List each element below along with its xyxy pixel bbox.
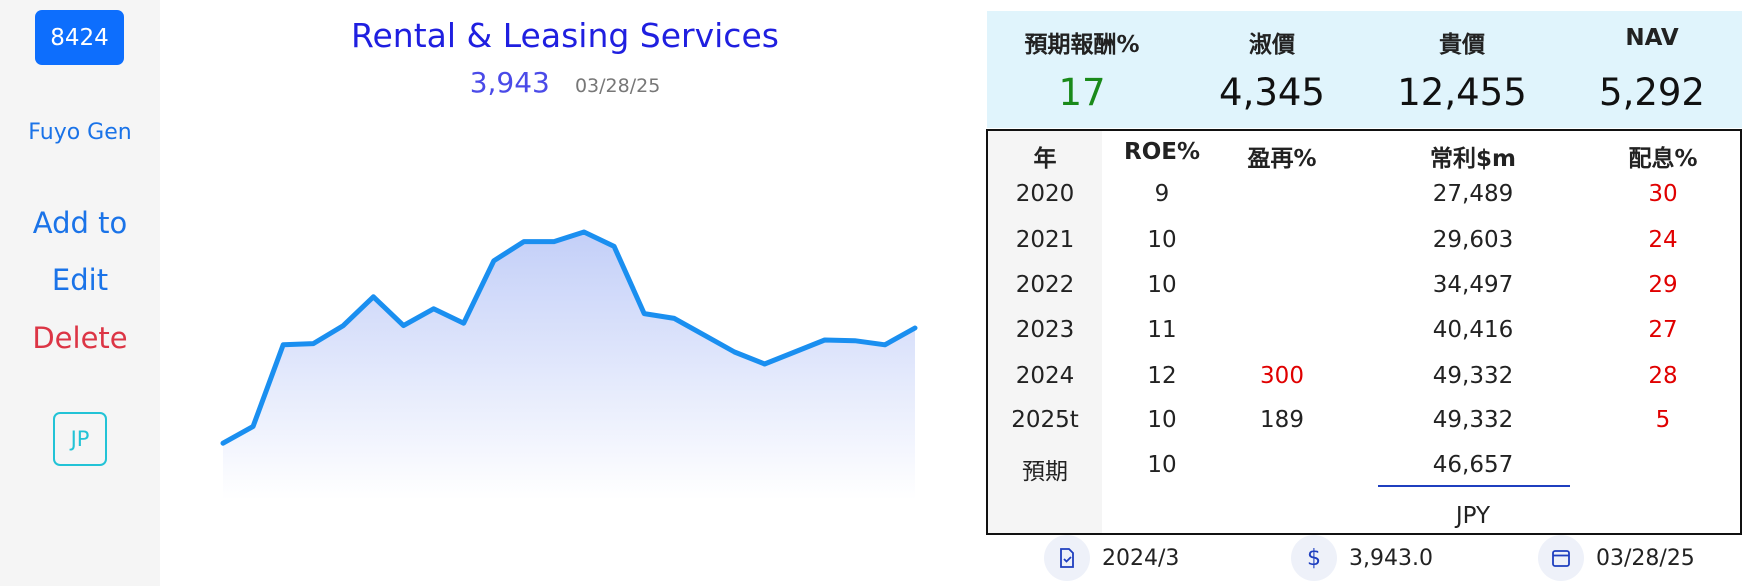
expected-return-stat: 預期報酬% 17 <box>987 11 1177 128</box>
calendar-icon <box>1538 535 1584 581</box>
file-check-icon <box>1044 535 1090 581</box>
cell-year: 2022 <box>1015 272 1075 298</box>
header-reinvest: 盈再% <box>1247 146 1317 172</box>
cell-year: 2020 <box>1015 181 1075 207</box>
report-period: 2024/3 <box>1102 545 1180 571</box>
stat-value: 17 <box>1058 71 1106 114</box>
footer-price: 3,943.0 <box>1349 545 1433 571</box>
cell-roe: 10 <box>1147 227 1177 253</box>
report-period-item: 2024/3 <box>1044 535 1179 581</box>
cell-roe: 9 <box>1154 181 1170 207</box>
cell-roe: 12 <box>1147 363 1177 389</box>
nav-stat: NAV 5,292 <box>1557 11 1747 128</box>
cell-dividend: 5 <box>1655 407 1671 433</box>
financials-table: 年 ROE% 盈再% 常利$m 配息% 2020 9 27,489 30 2021 10 2… <box>986 129 1742 535</box>
cell-year: 2024 <box>1015 363 1075 389</box>
cell-profit: 29,603 <box>1432 227 1514 253</box>
cell-dividend: 27 <box>1648 317 1678 343</box>
cheap-price-stat: 淑價 4,345 <box>1177 11 1367 128</box>
footer-bar: 2024/3 $ 3,943.0 03/28/25 <box>0 535 1750 581</box>
currency-label: JPY <box>1455 503 1491 529</box>
date-item: 03/28/25 <box>1538 535 1695 581</box>
chart-area-fill <box>223 232 915 500</box>
cell-year: 2023 <box>1015 317 1075 343</box>
stat-label: NAV <box>1625 25 1679 51</box>
delete-link[interactable]: Delete <box>0 321 160 355</box>
header-year: 年 <box>1033 146 1057 172</box>
cell-profit: 34,497 <box>1432 272 1514 298</box>
cell-profit: 49,332 <box>1432 407 1514 433</box>
price-date: 03/28/25 <box>574 75 661 97</box>
company-name-link[interactable]: Fuyo Gen <box>0 120 160 145</box>
price-item: $ 3,943.0 <box>1291 535 1433 581</box>
cell-dividend: 29 <box>1648 272 1678 298</box>
stat-label: 淑價 <box>1249 32 1295 58</box>
market-jp-button[interactable]: JP <box>53 412 107 466</box>
cell-year: 預期 <box>1022 459 1068 485</box>
cell-dividend: 24 <box>1648 227 1678 253</box>
cell-year: 2025t <box>1011 407 1079 433</box>
ticker-button[interactable]: 8424 <box>35 10 124 65</box>
edit-link[interactable]: Edit <box>0 263 160 297</box>
cell-reinvest: 189 <box>1260 407 1304 433</box>
cell-dividend: 30 <box>1648 181 1678 207</box>
cell-profit: 40,416 <box>1432 317 1514 343</box>
header-dividend: 配息% <box>1628 146 1698 172</box>
current-price: 3,943 <box>469 66 550 99</box>
industry-title: Rental & Leasing Services <box>351 16 779 55</box>
stat-label: 預期報酬% <box>1024 32 1140 58</box>
footer-date: 03/28/25 <box>1596 545 1695 571</box>
cell-roe: 10 <box>1147 407 1177 433</box>
cell-profit: 49,332 <box>1432 363 1514 389</box>
expensive-price-stat: 貴價 12,455 <box>1367 11 1557 128</box>
stat-label: 貴價 <box>1439 32 1485 58</box>
stat-value: 12,455 <box>1397 71 1527 114</box>
cell-roe: 11 <box>1147 317 1177 343</box>
price-line: 3,943 03/28/25 <box>300 66 830 99</box>
dollar-icon: $ <box>1291 535 1337 581</box>
cell-profit: 46,657 <box>1432 452 1514 478</box>
add-to-link[interactable]: Add to <box>0 206 160 240</box>
price-chart <box>220 229 918 500</box>
valuation-panel: 預期報酬% 17 淑價 4,345 貴價 12,455 NAV 5,292 <box>987 11 1742 128</box>
cell-roe: 10 <box>1147 452 1177 478</box>
cell-profit: 27,489 <box>1432 181 1514 207</box>
forecast-underline <box>1378 485 1570 487</box>
sidebar: 8424 Fuyo Gen Add to Edit Delete JP <box>0 0 160 586</box>
cell-dividend: 28 <box>1648 363 1678 389</box>
stat-value: 4,345 <box>1219 71 1325 114</box>
header-profit: 常利$m <box>1430 146 1516 172</box>
header-roe: ROE% <box>1123 139 1201 165</box>
cell-reinvest: 300 <box>1260 363 1304 389</box>
cell-roe: 10 <box>1147 272 1177 298</box>
cell-year: 2021 <box>1015 227 1075 253</box>
stat-value: 5,292 <box>1599 71 1705 114</box>
